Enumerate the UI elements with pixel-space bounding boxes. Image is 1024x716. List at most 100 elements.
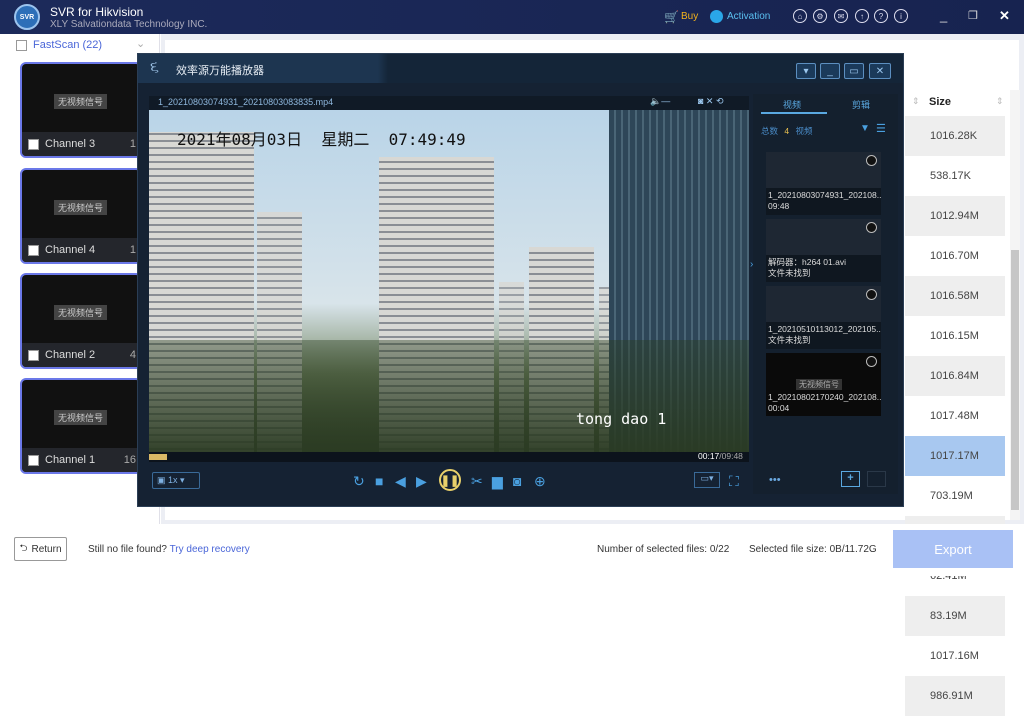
size-cell: 538.17K bbox=[930, 170, 971, 182]
channel-card[interactable]: 无视频信号 Channel 31 bbox=[20, 62, 142, 158]
player-close-button[interactable]: ✕ bbox=[869, 63, 891, 79]
group-label: FastScan (22) bbox=[33, 39, 103, 51]
count-value: 4 bbox=[784, 126, 790, 136]
home-icon[interactable]: ⌂ bbox=[793, 9, 807, 23]
playlist-item[interactable]: 解码器：h264 01.avi 文件未找到 bbox=[766, 219, 881, 282]
sort-icon[interactable]: ⇕ bbox=[912, 96, 920, 107]
select-radio[interactable] bbox=[866, 155, 877, 166]
fastscan-group[interactable]: FastScan (22) bbox=[16, 39, 102, 51]
pause-button[interactable]: ❚❚ bbox=[439, 469, 461, 491]
table-row[interactable]: 1012.94M bbox=[905, 196, 1005, 236]
tab-clip[interactable]: 剪辑 bbox=[852, 98, 870, 111]
size-column-header[interactable]: Size bbox=[905, 88, 1005, 116]
size-cell: 986.91M bbox=[930, 690, 973, 702]
channel-card[interactable]: 无视频信号 Channel 1 16 bbox=[20, 378, 142, 474]
export-button[interactable]: Export bbox=[893, 530, 1013, 568]
channel-label: Channel 1 bbox=[45, 454, 96, 466]
player-minimize-button[interactable]: _ bbox=[820, 63, 840, 79]
deep-recovery-link[interactable]: Try deep recovery bbox=[170, 544, 250, 555]
title-bar: SVR SVR for Hikvision XLY Salvationdata … bbox=[0, 0, 1024, 34]
table-row[interactable]: 1016.15M bbox=[905, 316, 1005, 356]
size-cell: 1016.70M bbox=[930, 250, 979, 262]
tab-video[interactable]: 视频 bbox=[783, 98, 801, 111]
info-icon[interactable]: i bbox=[894, 9, 908, 23]
progress-bar[interactable] bbox=[149, 452, 749, 462]
scissors-icon[interactable]: ✂ bbox=[471, 473, 483, 490]
bottom-bar: ⮌ Return Still no file found? Try deep re… bbox=[0, 524, 1024, 576]
player-maximize-button[interactable]: ▭ bbox=[844, 63, 864, 79]
volume-icon[interactable]: 🔈— bbox=[650, 96, 670, 107]
table-row[interactable]: 703.19M bbox=[905, 476, 1005, 516]
size-cell: 1017.48M bbox=[930, 410, 979, 422]
step-back-icon[interactable]: ◀ bbox=[395, 473, 406, 490]
restore-button[interactable]: ❐ bbox=[968, 9, 978, 22]
stop-icon[interactable]: ■ bbox=[375, 473, 383, 489]
channel-label: Channel 2 bbox=[45, 349, 96, 361]
help-icon[interactable]: ? bbox=[874, 9, 888, 23]
zoom-icon[interactable]: ⊕ bbox=[534, 473, 546, 490]
table-row[interactable]: 986.91M bbox=[905, 676, 1005, 716]
select-radio[interactable] bbox=[866, 289, 877, 300]
more-button[interactable]: ••• bbox=[769, 474, 781, 486]
dropdown-button[interactable]: ▾ bbox=[796, 63, 816, 79]
scrollbar[interactable] bbox=[1010, 90, 1020, 520]
table-row[interactable]: 1017.16M bbox=[905, 636, 1005, 676]
activation-link[interactable]: Activation bbox=[727, 11, 770, 22]
size-cell: 703.19M bbox=[930, 490, 973, 502]
channel-checkbox[interactable] bbox=[28, 244, 39, 256]
camera-icon[interactable]: ◙ bbox=[513, 473, 521, 489]
channel-checkbox[interactable] bbox=[28, 454, 39, 466]
table-row[interactable]: 1016.58M bbox=[905, 276, 1005, 316]
channel-card[interactable]: 无视频信号 Channel 24 bbox=[20, 273, 142, 369]
select-radio[interactable] bbox=[866, 356, 877, 367]
channel-checkbox[interactable] bbox=[28, 349, 39, 361]
playlist-item[interactable]: 1_20210510113012_202105... 文件未找到 bbox=[766, 286, 881, 349]
table-row[interactable]: 538.17K bbox=[905, 156, 1005, 196]
panel-toggle-icon[interactable]: › bbox=[750, 259, 753, 270]
layout-select[interactable]: ▭▾ bbox=[694, 472, 720, 488]
list-icon[interactable]: ☰ bbox=[876, 122, 886, 135]
channel-card[interactable]: 无视频信号 Channel 41 bbox=[20, 168, 142, 264]
table-row[interactable]: 83.19M bbox=[905, 596, 1005, 636]
item-sub: 文件未找到 bbox=[768, 335, 811, 345]
close-button[interactable]: ✕ bbox=[999, 8, 1010, 24]
replay-icon[interactable]: ↻ bbox=[353, 473, 365, 490]
size-cell: 1016.15M bbox=[930, 330, 979, 342]
fullscreen-icon[interactable]: ⛶ bbox=[729, 473, 739, 490]
chevron-down-icon[interactable]: ⌄ bbox=[136, 37, 145, 50]
select-radio[interactable] bbox=[866, 222, 877, 233]
add-button[interactable]: + bbox=[841, 471, 860, 487]
group-checkbox[interactable] bbox=[16, 39, 27, 51]
selected-files: Number of selected files: 0/22 bbox=[597, 544, 730, 555]
video-frame[interactable]: 2021年08月03日 星期二 07:49:49 tong dao 1 bbox=[149, 110, 749, 462]
snapshot-icon[interactable]: ◙ ✕ ⟲ bbox=[698, 96, 724, 107]
table-row[interactable]: 1016.84M bbox=[905, 356, 1005, 396]
buy-link[interactable]: Buy bbox=[681, 11, 698, 22]
size-cell: 1017.16M bbox=[930, 650, 979, 662]
filter-icon[interactable]: ▼ bbox=[860, 123, 870, 134]
step-forward-icon[interactable]: ▶ bbox=[416, 473, 427, 490]
video-player-window: ૬ 效率源万能播放器 ▾ _ ▭ ✕ 1_20210803074931_2021… bbox=[137, 53, 904, 507]
app-subtitle: XLY Salvationdata Technology INC. bbox=[50, 19, 208, 30]
return-button[interactable]: ⮌ Return bbox=[14, 537, 67, 561]
table-row[interactable]: 1016.28K bbox=[905, 116, 1005, 156]
item-name: 1_20210510113012_202105... bbox=[768, 324, 881, 334]
playlist-item[interactable]: 1_20210803074931_202108... 09:48 bbox=[766, 152, 881, 215]
playlist-item[interactable]: 无视频信号 1_20210802170240_202108... 00:04 bbox=[766, 353, 881, 416]
minimize-button[interactable]: _ bbox=[940, 8, 947, 23]
sort-icon[interactable]: ⇕ bbox=[996, 96, 1004, 107]
channel-checkbox[interactable] bbox=[28, 138, 39, 150]
save-icon[interactable]: ▆ bbox=[492, 473, 503, 490]
table-row[interactable]: 1017.17M bbox=[905, 436, 1005, 476]
gear-icon[interactable]: ⚙ bbox=[813, 9, 827, 23]
mail-icon[interactable]: ✉ bbox=[834, 9, 848, 23]
return-icon: ⮌ bbox=[19, 542, 28, 554]
size-cell: 1017.17M bbox=[930, 450, 979, 462]
table-row[interactable]: 1017.48M bbox=[905, 396, 1005, 436]
upload-icon[interactable]: ↑ bbox=[855, 9, 869, 23]
time-current: 00:17 bbox=[698, 451, 720, 461]
channel-label: Channel 4 bbox=[45, 244, 96, 256]
speed-select[interactable]: ▣ 1x ▾ bbox=[152, 472, 200, 489]
delete-button[interactable] bbox=[867, 471, 886, 487]
table-row[interactable]: 1016.70M bbox=[905, 236, 1005, 276]
